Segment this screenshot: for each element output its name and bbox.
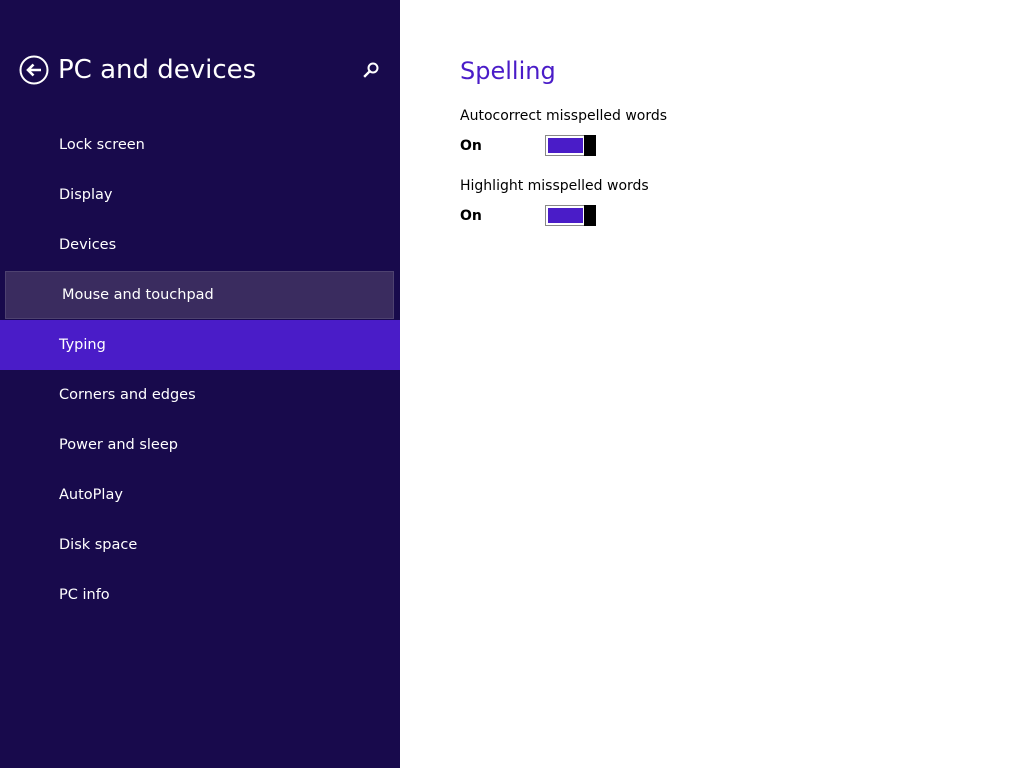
sidebar-item-power-and-sleep[interactable]: Power and sleep xyxy=(0,420,400,470)
highlight-toggle[interactable] xyxy=(545,205,596,226)
highlight-setting: Highlight misspelled words On xyxy=(460,176,860,236)
toggle-state-label: On xyxy=(460,138,482,154)
sidebar-item-label: Devices xyxy=(59,237,117,253)
search-icon[interactable] xyxy=(360,59,382,81)
settings-app: PC and devices Lock screen Display Devic… xyxy=(0,0,1024,768)
sidebar-item-disk-space[interactable]: Disk space xyxy=(0,520,400,570)
sidebar-item-corners-and-edges[interactable]: Corners and edges xyxy=(0,370,400,420)
sidebar-item-label: Disk space xyxy=(59,537,138,553)
sidebar-item-lock-screen[interactable]: Lock screen xyxy=(0,120,400,170)
section-title: Spelling xyxy=(460,57,556,85)
sidebar-item-label: Corners and edges xyxy=(59,387,196,403)
sidebar: PC and devices Lock screen Display Devic… xyxy=(0,0,400,768)
autocorrect-toggle[interactable] xyxy=(545,135,596,156)
page-title: PC and devices xyxy=(58,55,257,85)
sidebar-item-label: Typing xyxy=(59,337,106,353)
sidebar-item-label: AutoPlay xyxy=(59,487,123,503)
sidebar-item-display[interactable]: Display xyxy=(0,170,400,220)
sidebar-item-devices[interactable]: Devices xyxy=(0,220,400,270)
main-content: Spelling Autocorrect misspelled words On… xyxy=(400,0,1024,768)
sidebar-nav: Lock screen Display Devices Mouse and to… xyxy=(0,120,400,620)
setting-label: Highlight misspelled words xyxy=(460,178,649,194)
sidebar-item-autoplay[interactable]: AutoPlay xyxy=(0,470,400,520)
autocorrect-setting: Autocorrect misspelled words On xyxy=(460,106,860,166)
back-arrow-icon[interactable] xyxy=(19,55,49,85)
sidebar-item-mouse-and-touchpad[interactable]: Mouse and touchpad xyxy=(0,270,400,320)
toggle-thumb[interactable] xyxy=(584,135,596,156)
sidebar-item-label: PC info xyxy=(59,587,110,603)
sidebar-item-label: Power and sleep xyxy=(59,437,178,453)
toggle-state-label: On xyxy=(460,208,482,224)
toggle-thumb[interactable] xyxy=(584,205,596,226)
sidebar-item-label: Display xyxy=(59,187,113,203)
sidebar-item-label: Mouse and touchpad xyxy=(62,287,214,303)
toggle-fill xyxy=(548,208,583,223)
toggle-fill xyxy=(548,138,583,153)
sidebar-item-label: Lock screen xyxy=(59,137,145,153)
setting-label: Autocorrect misspelled words xyxy=(460,108,668,124)
sidebar-header: PC and devices xyxy=(0,0,400,120)
sidebar-item-typing[interactable]: Typing xyxy=(0,320,400,370)
sidebar-item-pc-info[interactable]: PC info xyxy=(0,570,400,620)
